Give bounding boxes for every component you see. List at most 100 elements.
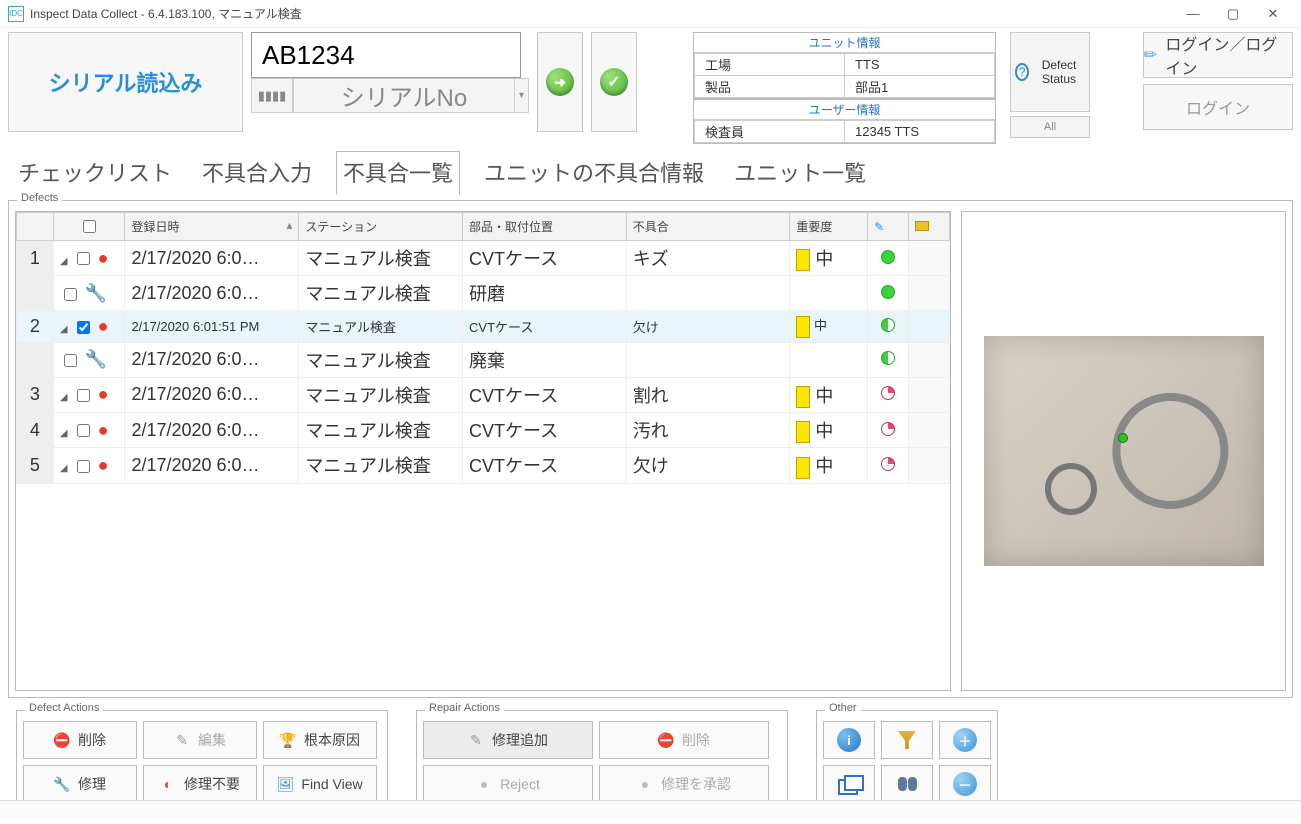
root-cause-button[interactable]: 🏆根本原因: [263, 721, 377, 759]
wrench-icon: 🔧: [85, 283, 107, 303]
expand-icon[interactable]: ◢: [60, 256, 68, 267]
confirm-button[interactable]: ✓: [591, 32, 637, 132]
tab-unit-defect-info[interactable]: ユニットの不具合情報: [478, 152, 710, 194]
cell-severity: [790, 342, 868, 377]
defect-status-button[interactable]: ? Defect Status: [1010, 32, 1090, 112]
remove-button[interactable]: －: [939, 765, 991, 803]
copy-icon: [838, 775, 860, 793]
row-checkbox[interactable]: [77, 460, 90, 473]
col-part[interactable]: 部品・取付位置: [463, 213, 627, 241]
product-label: 製品: [695, 76, 845, 98]
delete-button[interactable]: ⛔削除: [23, 721, 137, 759]
col-datetime[interactable]: 登録日時 ▴: [125, 213, 299, 241]
cell-flag: [909, 342, 950, 377]
user-info-header: ユーザー情報: [694, 100, 995, 120]
row-checkbox[interactable]: [77, 424, 90, 437]
col-station[interactable]: ステーション: [299, 213, 463, 241]
col-flag-icon[interactable]: [909, 213, 950, 241]
table-row[interactable]: 🔧2/17/2020 6:0…マニュアル検査研磨: [17, 276, 950, 311]
cell-part: CVTケース: [463, 377, 627, 412]
cell-defect: 欠け: [626, 311, 790, 343]
header-checkbox[interactable]: [83, 220, 96, 233]
go-button[interactable]: [537, 32, 583, 132]
login-logout-button[interactable]: ✎ ログイン／ログイン: [1143, 32, 1293, 78]
table-row[interactable]: 3◢ ●2/17/2020 6:0…マニュアル検査CVTケース割れ 中: [17, 377, 950, 412]
copy-button[interactable]: [823, 765, 875, 803]
tabs: チェックリスト 不具合入力 不具合一覧 ユニットの不具合情報 ユニット一覧: [0, 150, 1301, 194]
row-checkbox[interactable]: [77, 389, 90, 402]
repair-delete-button[interactable]: ⛔削除: [599, 721, 769, 759]
row-checkbox[interactable]: [77, 252, 90, 265]
expand-icon[interactable]: ◢: [60, 324, 68, 335]
all-button[interactable]: All: [1010, 116, 1090, 138]
col-status-icon[interactable]: ✎: [868, 213, 909, 241]
tab-defect-list[interactable]: 不具合一覧: [336, 151, 460, 195]
window-title: Inspect Data Collect - 6.4.183.100, マニュア…: [30, 5, 1173, 22]
row-check-cell: ◢ ●: [53, 377, 125, 412]
cell-datetime: 2/17/2020 6:01:51 PM: [125, 311, 299, 343]
minus-icon: －: [953, 772, 977, 796]
cell-status: [868, 311, 909, 343]
cell-flag: [909, 377, 950, 412]
edit-button[interactable]: ✎編集: [143, 721, 257, 759]
row-checkbox[interactable]: [77, 321, 90, 334]
status-dot-icon: [881, 422, 895, 436]
filter-button[interactable]: [881, 721, 933, 759]
wrench-icon: 🔧: [54, 776, 70, 792]
expand-icon[interactable]: ◢: [60, 392, 68, 403]
cell-station: マニュアル検査: [299, 311, 463, 343]
cell-defect: 割れ: [626, 377, 790, 412]
serial-block: ▮▮▮▮ シリアルNo ▾: [251, 32, 529, 144]
info-icon: i: [837, 728, 861, 752]
status-dot-icon: [881, 351, 895, 365]
no-repair-button[interactable]: ◐修理不要: [143, 765, 257, 803]
add-repair-button[interactable]: ✎修理追加: [423, 721, 593, 759]
defect-marker[interactable]: [1118, 433, 1128, 443]
row-checkbox[interactable]: [64, 288, 77, 301]
login-button[interactable]: ログイン: [1143, 84, 1293, 130]
other-actions-group: Other i ＋ －: [816, 710, 998, 810]
tab-checklist[interactable]: チェックリスト: [12, 152, 178, 194]
cell-status: [868, 276, 909, 311]
expand-icon[interactable]: ◢: [60, 428, 68, 439]
col-severity[interactable]: 重要度: [790, 213, 868, 241]
table-row[interactable]: 1◢ ●2/17/2020 6:0…マニュアル検査CVTケースキズ 中: [17, 241, 950, 276]
no-repair-icon: ◐: [160, 776, 176, 792]
trophy-icon: 🏆: [280, 732, 296, 748]
app-icon: IDC: [8, 6, 24, 22]
table-row[interactable]: 🔧2/17/2020 6:0…マニュアル検査廃棄: [17, 342, 950, 377]
cell-datetime: 2/17/2020 6:0…: [125, 342, 299, 377]
tab-unit-list[interactable]: ユニット一覧: [728, 152, 872, 194]
row-checkbox[interactable]: [64, 354, 77, 367]
cell-defect: 汚れ: [626, 413, 790, 448]
find-view-button[interactable]: 🖼Find View: [263, 765, 377, 803]
table-row[interactable]: 4◢ ●2/17/2020 6:0…マニュアル検査CVTケース汚れ 中: [17, 413, 950, 448]
find-button[interactable]: [881, 765, 933, 803]
serial-load-button[interactable]: シリアル読込み: [8, 32, 243, 132]
expand-icon[interactable]: ◢: [60, 463, 68, 474]
tab-defect-input[interactable]: 不具合入力: [196, 152, 318, 194]
cell-severity: [790, 276, 868, 311]
close-button[interactable]: ✕: [1253, 0, 1293, 28]
maximize-button[interactable]: ▢: [1213, 0, 1253, 28]
cell-datetime: 2/17/2020 6:0…: [125, 241, 299, 276]
repair-button[interactable]: 🔧修理: [23, 765, 137, 803]
minimize-button[interactable]: —: [1173, 0, 1213, 28]
col-defect[interactable]: 不具合: [626, 213, 790, 241]
approve-repair-button[interactable]: ●修理を承認: [599, 765, 769, 803]
arrow-right-icon: [546, 68, 574, 96]
table-row[interactable]: 5◢ ●2/17/2020 6:0…マニュアル検査CVTケース欠け 中: [17, 448, 950, 483]
wrench-icon: 🔧: [85, 349, 107, 369]
serial-input[interactable]: [251, 32, 521, 78]
cell-datetime: 2/17/2020 6:0…: [125, 276, 299, 311]
serial-dropdown-button[interactable]: ▾: [515, 78, 529, 113]
table-row[interactable]: 2◢ ●2/17/2020 6:01:51 PMマニュアル検査CVTケース欠け …: [17, 311, 950, 343]
inspector-label: 検査員: [695, 121, 845, 143]
exclamation-icon: ●: [98, 455, 109, 475]
defects-grid[interactable]: 登録日時 ▴ ステーション 部品・取付位置 不具合 重要度 ✎ 1◢ ●2/17…: [15, 211, 951, 691]
info-button[interactable]: i: [823, 721, 875, 759]
part-image[interactable]: [984, 336, 1264, 566]
row-number: [17, 276, 54, 311]
reject-button[interactable]: ●Reject: [423, 765, 593, 803]
add-button[interactable]: ＋: [939, 721, 991, 759]
